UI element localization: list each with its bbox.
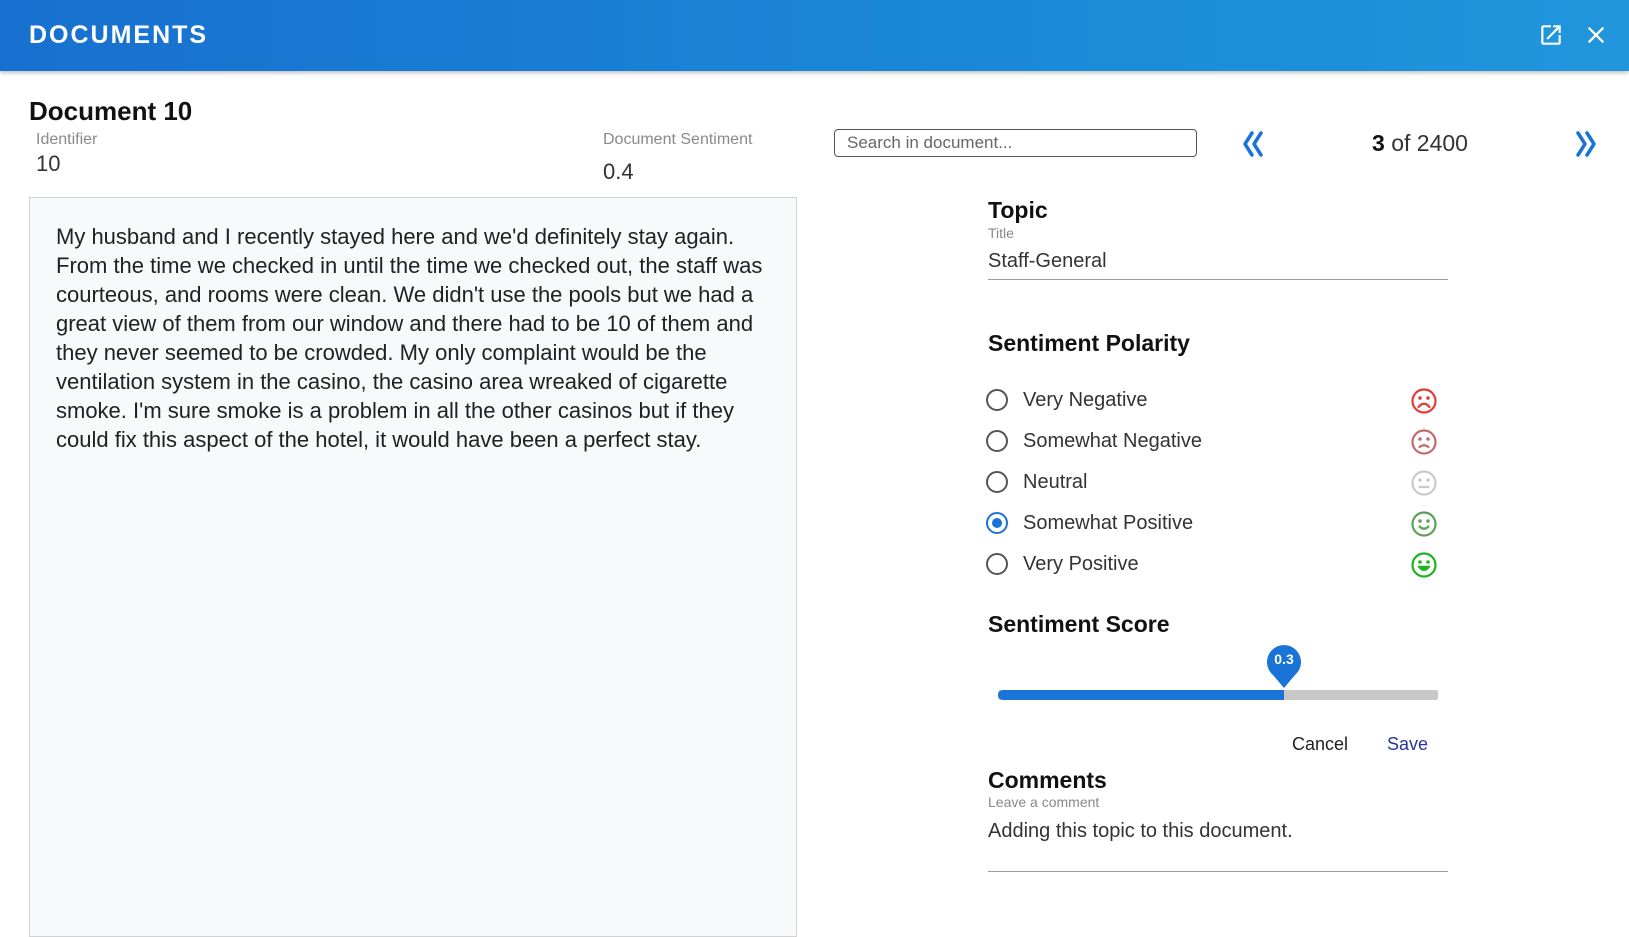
radio-somewhat-negative[interactable]: Somewhat Negative <box>986 427 1438 457</box>
close-icon <box>1587 26 1605 44</box>
radio-label: Very Negative <box>1023 389 1148 411</box>
document-sentiment-label: Document Sentiment <box>603 131 753 148</box>
satisfied-face-icon <box>1411 511 1437 537</box>
sentiment-polarity-heading: Sentiment Polarity <box>988 330 1190 356</box>
pager-total: 2400 <box>1416 130 1468 156</box>
close-button[interactable] <box>1579 18 1613 52</box>
radio-very-positive[interactable]: Very Positive <box>986 550 1438 580</box>
comments-heading: Comments <box>988 767 1107 793</box>
pager-current: 3 <box>1372 130 1385 156</box>
cancel-button[interactable]: Cancel <box>1292 734 1348 755</box>
very-dissatisfied-face-icon <box>1411 388 1437 414</box>
radio-very-negative[interactable]: Very Negative <box>986 386 1438 416</box>
previous-document-button[interactable] <box>1235 124 1271 164</box>
radio-neutral[interactable]: Neutral <box>986 468 1438 498</box>
next-document-button[interactable] <box>1568 124 1604 164</box>
radio-circle[interactable] <box>986 430 1008 452</box>
slider-thumb[interactable]: 0.3 <box>1266 644 1302 688</box>
radio-circle[interactable] <box>986 471 1008 493</box>
topic-title-value[interactable]: Staff-General <box>988 250 1107 273</box>
open-in-new-button[interactable] <box>1534 18 1568 52</box>
documents-header: DOCUMENTS <box>0 0 1629 71</box>
radio-circle[interactable] <box>986 553 1008 575</box>
radio-label: Very Positive <box>1023 553 1139 575</box>
open-in-new-icon <box>1541 25 1561 45</box>
sentiment-score-slider[interactable]: 0.3 <box>998 645 1438 700</box>
document-body-text: My husband and I recently stayed here an… <box>56 224 763 452</box>
comment-underline <box>988 871 1448 872</box>
radio-label: Somewhat Positive <box>1023 512 1194 534</box>
neutral-face-icon <box>1411 470 1437 496</box>
very-satisfied-face-icon <box>1411 552 1437 578</box>
dissatisfied-face-icon <box>1411 429 1437 455</box>
comment-field-label: Leave a comment <box>988 794 1100 810</box>
document-text-panel[interactable]: My husband and I recently stayed here an… <box>29 197 797 937</box>
sentiment-score-heading: Sentiment Score <box>988 611 1170 637</box>
double-chevron-left-icon <box>1243 131 1263 157</box>
topic-title-underline <box>988 279 1448 280</box>
save-button[interactable]: Save <box>1387 734 1428 755</box>
topic-heading: Topic <box>988 197 1048 223</box>
identifier-label: Identifier <box>36 131 98 148</box>
radio-circle-checked[interactable] <box>986 512 1008 534</box>
slider-fill <box>998 690 1284 700</box>
topic-title-label: Title <box>988 225 1014 241</box>
radio-circle[interactable] <box>986 389 1008 411</box>
radio-somewhat-positive[interactable]: Somewhat Positive <box>986 509 1438 539</box>
double-chevron-right-icon <box>1576 131 1596 157</box>
comment-field[interactable]: Adding this topic to this document. <box>988 820 1293 843</box>
slider-value-label: 0.3 <box>1274 651 1294 667</box>
identifier-value: 10 <box>36 151 61 176</box>
pager-separator: of <box>1391 130 1411 156</box>
document-sentiment-value: 0.4 <box>603 159 634 184</box>
header-title: DOCUMENTS <box>29 21 209 49</box>
radio-label: Neutral <box>1023 471 1088 493</box>
radio-label: Somewhat Negative <box>1023 430 1202 452</box>
pager-text: 3 of 2400 <box>1300 130 1540 157</box>
document-title: Document 10 <box>29 96 193 126</box>
search-input[interactable] <box>834 129 1197 157</box>
